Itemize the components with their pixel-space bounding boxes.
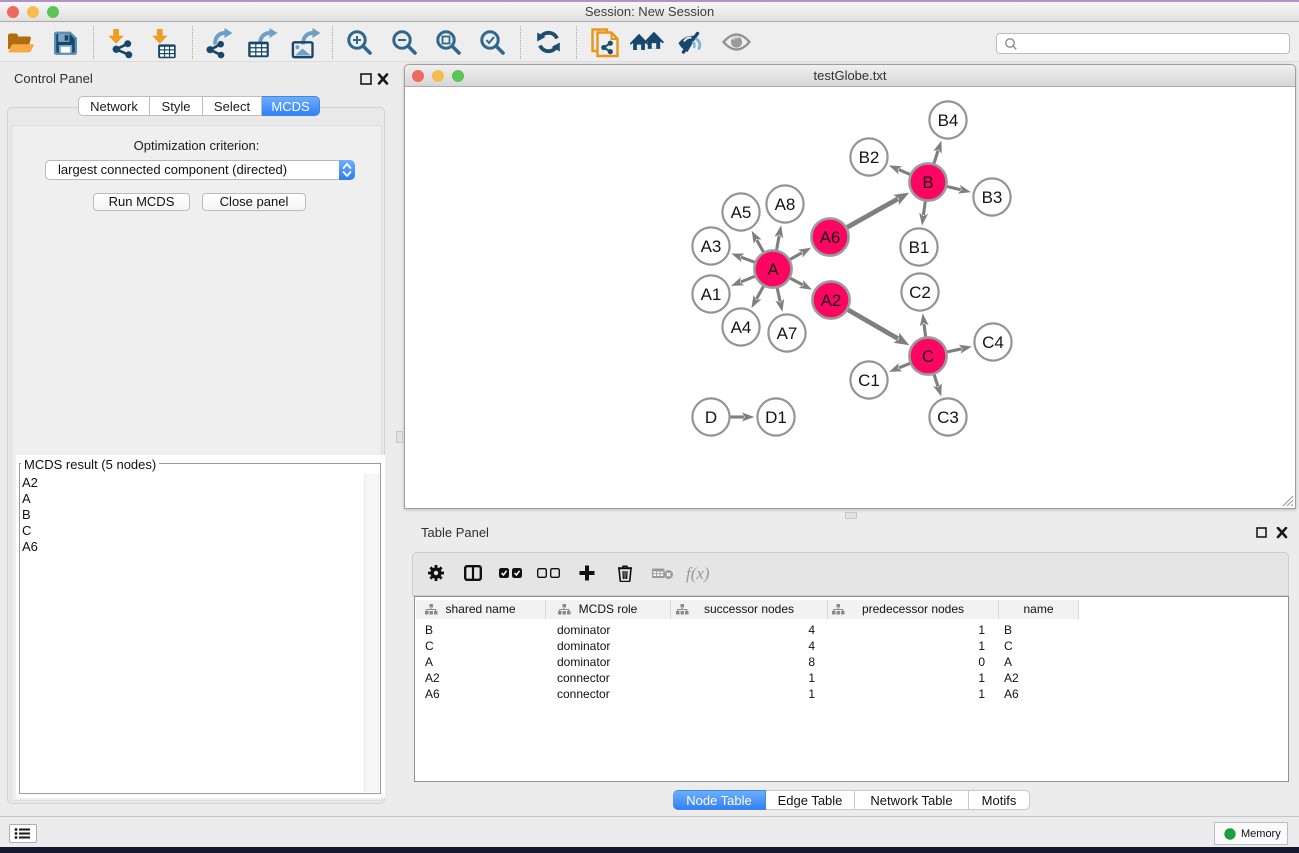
svg-text:A8: A8	[775, 195, 796, 214]
svg-text:A2: A2	[821, 291, 842, 310]
svg-text:B3: B3	[982, 188, 1003, 207]
svg-text:A7: A7	[777, 324, 798, 343]
svg-text:A3: A3	[701, 237, 722, 256]
svg-text:B1: B1	[909, 238, 930, 257]
svg-text:C1: C1	[858, 371, 880, 390]
svg-text:A4: A4	[731, 318, 752, 337]
svg-text:C3: C3	[937, 408, 959, 427]
svg-text:A1: A1	[701, 285, 722, 304]
svg-text:A6: A6	[820, 228, 841, 247]
svg-text:A5: A5	[731, 203, 752, 222]
svg-text:D: D	[705, 408, 717, 427]
svg-text:C4: C4	[982, 333, 1004, 352]
svg-text:f(x): f(x)	[686, 564, 710, 583]
svg-text:B: B	[922, 173, 933, 192]
svg-text:A: A	[767, 260, 779, 279]
svg-text:C2: C2	[909, 283, 931, 302]
svg-text:C: C	[922, 347, 934, 366]
svg-text:B4: B4	[938, 111, 959, 130]
svg-text:B2: B2	[859, 148, 880, 167]
svg-text:D1: D1	[765, 408, 787, 427]
